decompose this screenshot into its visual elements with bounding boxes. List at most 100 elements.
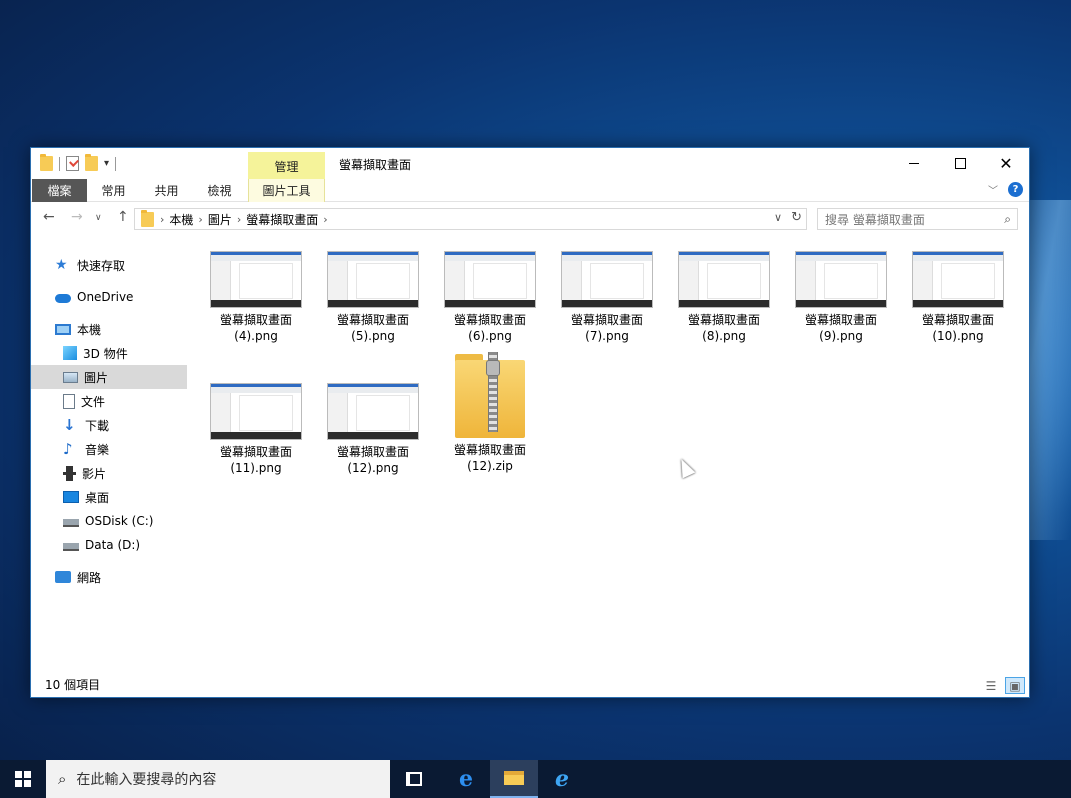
tab-view[interactable]: 檢視 xyxy=(196,179,243,202)
sidebar-item-osdisk[interactable]: OSDisk (C:) xyxy=(31,509,187,533)
tab-home[interactable]: 常用 xyxy=(90,179,137,202)
expand-ribbon-icon[interactable]: ﹀ xyxy=(988,182,998,197)
file-item[interactable]: 螢幕擷取畫面 (12).png xyxy=(324,383,422,476)
properties-icon[interactable] xyxy=(66,156,79,171)
taskbar-ie-button[interactable]: e xyxy=(538,760,586,798)
taskbar-search-input[interactable]: ⌕ 在此輸入要搜尋的內容 xyxy=(46,760,390,798)
film-icon xyxy=(63,465,76,481)
file-item[interactable]: 螢幕擷取畫面 (5).png xyxy=(324,251,422,344)
forward-arrow-icon[interactable]: → xyxy=(71,209,83,225)
sidebar-item-this-pc[interactable]: 本機 xyxy=(31,317,187,341)
tab-picture-tools[interactable]: 圖片工具 xyxy=(248,179,325,202)
breadcrumb-separator-icon[interactable]: › xyxy=(237,213,241,226)
internet-explorer-icon: e xyxy=(555,766,569,792)
item-count: 10 個項目 xyxy=(45,678,101,692)
breadcrumb-pictures[interactable]: 圖片 xyxy=(208,211,232,228)
network-icon xyxy=(55,571,71,583)
large-icons-view-icon[interactable]: ▣ xyxy=(1005,677,1025,694)
computer-icon xyxy=(55,323,71,335)
address-dropdown-icon[interactable]: ∨ xyxy=(774,211,782,224)
details-view-icon[interactable]: ☰ xyxy=(981,677,1001,694)
breadcrumb-this-pc[interactable]: 本機 xyxy=(169,211,193,228)
sidebar-item-data-drive[interactable]: Data (D:) xyxy=(31,533,187,557)
start-button[interactable] xyxy=(0,760,46,798)
help-icon[interactable]: ? xyxy=(1008,182,1023,197)
breadcrumb-separator-icon[interactable]: › xyxy=(198,213,202,226)
file-name: 螢幕擷取畫面 xyxy=(219,445,292,459)
ribbon-right-controls: ﹀ ? xyxy=(988,182,1023,197)
sidebar-item-music[interactable]: ♪ 音樂 xyxy=(31,437,187,461)
recent-locations-chevron-icon[interactable]: ∨ xyxy=(95,213,102,223)
file-item[interactable]: 螢幕擷取畫面 (4).png xyxy=(207,251,305,344)
up-arrow-icon[interactable]: ↑ xyxy=(117,209,129,225)
search-icon[interactable]: ⌕ xyxy=(1004,212,1011,227)
sidebar-item-label: 桌面 xyxy=(85,490,110,505)
breadcrumb-separator-icon[interactable]: › xyxy=(323,213,327,226)
file-name-ext: (9).png xyxy=(819,329,863,343)
back-arrow-icon[interactable]: ← xyxy=(43,209,55,225)
close-button[interactable]: ✕ xyxy=(983,148,1029,178)
breadcrumb-separator-icon[interactable]: › xyxy=(160,213,164,226)
search-icon: ⌕ xyxy=(58,770,67,788)
address-bar[interactable]: › 本機 › 圖片 › 螢幕擷取畫面 › ∨ ↻ xyxy=(134,208,807,230)
file-item[interactable]: 螢幕擷取畫面 (12).zip xyxy=(441,352,539,474)
sidebar-item-quick-access[interactable]: ★ 快速存取 xyxy=(31,253,187,277)
new-folder-icon[interactable] xyxy=(85,154,98,171)
quick-access-toolbar: ▾ xyxy=(40,154,117,171)
file-name-ext: (5).png xyxy=(351,329,395,343)
cloud-icon xyxy=(55,294,71,303)
sidebar-item-network[interactable]: 網路 xyxy=(31,565,187,589)
refresh-icon[interactable]: ↻ xyxy=(791,210,802,225)
file-item[interactable]: 螢幕擷取畫面 (7).png xyxy=(558,251,656,344)
tab-manage[interactable]: 管理 xyxy=(248,152,325,180)
image-thumbnail xyxy=(795,251,887,308)
sidebar-item-desktop[interactable]: 桌面 xyxy=(31,485,187,509)
sidebar-item-label: 影片 xyxy=(82,466,107,481)
image-thumbnail xyxy=(678,251,770,308)
file-name: 螢幕擷取畫面 xyxy=(219,313,292,327)
sidebar-item-onedrive[interactable]: OneDrive xyxy=(31,285,187,309)
image-thumbnail xyxy=(327,383,419,440)
navigation-bar: ← → ∨ ↑ › 本機 › 圖片 › 螢幕擷取畫面 › ∨ ↻ 搜尋 螢幕擷取… xyxy=(31,206,1029,232)
sidebar-item-documents[interactable]: 文件 xyxy=(31,389,187,413)
tab-file[interactable]: 檔案 xyxy=(32,179,87,202)
task-view-button[interactable] xyxy=(390,760,438,798)
sidebar-item-downloads[interactable]: ↓ 下載 xyxy=(31,413,187,437)
taskbar-edge-button[interactable]: e xyxy=(442,760,490,798)
minimize-button[interactable] xyxy=(891,148,937,178)
sidebar-item-pictures[interactable]: 圖片 xyxy=(31,365,187,389)
file-item[interactable]: 螢幕擷取畫面 (6).png xyxy=(441,251,539,344)
task-view-icon xyxy=(406,772,422,786)
tab-share[interactable]: 共用 xyxy=(143,179,190,202)
document-icon xyxy=(63,393,75,409)
file-name-ext: (12).zip xyxy=(467,459,513,473)
search-input[interactable]: 搜尋 螢幕擷取畫面 ⌕ xyxy=(817,208,1018,230)
ribbon: 檔案 常用 共用 檢視 圖片工具 ﹀ ? xyxy=(31,179,1029,202)
file-item[interactable]: 螢幕擷取畫面 (9).png xyxy=(792,251,890,344)
file-item[interactable]: 螢幕擷取畫面 (10).png xyxy=(909,251,1007,344)
search-placeholder: 搜尋 螢幕擷取畫面 xyxy=(825,212,925,227)
image-thumbnail xyxy=(912,251,1004,308)
maximize-button[interactable] xyxy=(937,148,983,178)
sidebar-item-label: 本機 xyxy=(77,322,102,337)
image-thumbnail xyxy=(561,251,653,308)
file-name: 螢幕擷取畫面 xyxy=(687,313,760,327)
desktop-icon xyxy=(63,491,79,503)
file-name: 螢幕擷取畫面 xyxy=(453,443,526,457)
toolbar-separator xyxy=(59,156,60,171)
file-item[interactable]: 螢幕擷取畫面 (11).png xyxy=(207,383,305,476)
folder-icon xyxy=(40,154,53,171)
file-explorer-window[interactable]: ▾ 管理 螢幕擷取畫面 ✕ 檔案 常用 共用 檢視 圖片工具 ﹀ ? ← → ∨… xyxy=(30,147,1030,698)
customize-toolbar-icon[interactable]: ▾ xyxy=(104,158,109,169)
taskbar-file-explorer-button[interactable] xyxy=(490,760,538,798)
sidebar-item-videos[interactable]: 影片 xyxy=(31,461,187,485)
file-item[interactable]: 螢幕擷取畫面 (8).png xyxy=(675,251,773,344)
sidebar-item-3d-objects[interactable]: 3D 物件 xyxy=(31,341,187,365)
toolbar-separator xyxy=(115,156,117,171)
sidebar-item-label: OSDisk (C:) xyxy=(85,514,154,528)
title-bar[interactable]: ▾ 管理 螢幕擷取畫面 ✕ xyxy=(31,148,1029,180)
taskbar-search-placeholder: 在此輸入要搜尋的內容 xyxy=(76,772,217,788)
breadcrumb-screenshots[interactable]: 螢幕擷取畫面 xyxy=(246,211,318,228)
pictures-icon xyxy=(63,371,78,383)
file-name: 螢幕擷取畫面 xyxy=(336,313,409,327)
